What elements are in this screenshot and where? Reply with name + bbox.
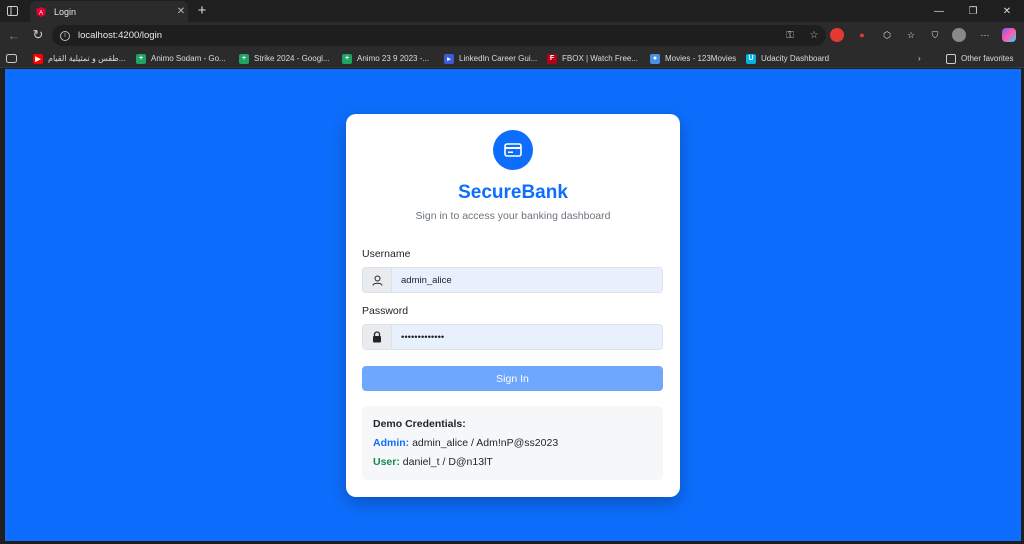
demo-credentials-box: Demo Credentials: Admin: admin_alice / A… bbox=[362, 406, 663, 480]
username-field bbox=[362, 267, 663, 293]
lock-icon bbox=[363, 325, 392, 349]
user-label: User: bbox=[373, 456, 400, 468]
bookmark-item[interactable]: + Animo 23 9 2023 -... bbox=[342, 52, 429, 65]
password-field bbox=[362, 324, 663, 350]
new-tab-button[interactable]: + bbox=[194, 2, 210, 19]
tab-title: Login bbox=[54, 6, 77, 17]
video-icon: ▸ bbox=[444, 53, 454, 64]
demo-user-row: User: daniel_t / D@n13lT bbox=[373, 456, 493, 468]
refresh-icon[interactable]: ↻ bbox=[30, 27, 46, 43]
password-input[interactable] bbox=[392, 325, 662, 349]
more-menu-icon[interactable]: ⋯ bbox=[978, 28, 992, 42]
key-icon[interactable]: ⚿ bbox=[778, 30, 802, 41]
movies-icon: ● bbox=[650, 53, 660, 64]
copilot-icon[interactable] bbox=[1002, 28, 1016, 42]
window-controls: — ❐ ✕ bbox=[922, 0, 1024, 22]
youtube-icon: ▶ bbox=[33, 53, 43, 64]
bookmark-item[interactable]: + Strike 2024 - Googl... bbox=[239, 52, 330, 65]
bookmark-label: طقس و تمثيلية القيام... bbox=[48, 54, 126, 63]
login-page: SecureBank Sign in to access your bankin… bbox=[4, 69, 1021, 541]
profile-avatar[interactable] bbox=[952, 28, 966, 42]
bookmark-label: FBOX | Watch Free... bbox=[562, 54, 639, 63]
bookmark-label: Animo 23 9 2023 -... bbox=[357, 54, 430, 63]
collections-icon[interactable]: ☆ bbox=[904, 28, 918, 42]
bookmarks-overflow-icon[interactable]: › bbox=[918, 52, 921, 65]
extension-puzzle-icon[interactable]: ⬡ bbox=[880, 28, 894, 42]
svg-text:A: A bbox=[39, 10, 43, 16]
bookmark-item[interactable]: + Animo Sodam - Go... bbox=[136, 52, 226, 65]
bookmark-label: Strike 2024 - Googl... bbox=[254, 54, 330, 63]
admin-label: Admin: bbox=[373, 437, 410, 449]
bookmark-label: Udacity Dashboard bbox=[761, 54, 830, 63]
sheets-icon: + bbox=[342, 53, 352, 64]
password-label: Password bbox=[362, 305, 409, 317]
bookmark-item[interactable]: ● Movies - 123Movies bbox=[650, 52, 736, 65]
other-favorites[interactable]: Other favorites bbox=[946, 52, 1013, 65]
bookmark-item[interactable]: ▶ طقس و تمثيلية القيام... bbox=[33, 52, 125, 65]
udacity-icon: U bbox=[746, 53, 756, 64]
browser-toolbar: ← ↻ i localhost:4200/login ⚿ ☆ ● ⬡ ☆ ⛉ ⋯ bbox=[0, 22, 1024, 49]
sheets-icon: + bbox=[239, 53, 249, 64]
back-icon[interactable]: ← bbox=[6, 27, 22, 43]
bookmark-label: Animo Sodam - Go... bbox=[151, 54, 226, 63]
username-input[interactable] bbox=[392, 268, 662, 292]
shield-icon[interactable]: ⛉ bbox=[928, 28, 942, 42]
minimize-icon[interactable]: — bbox=[922, 0, 956, 22]
username-label: Username bbox=[362, 248, 411, 260]
maximize-icon[interactable]: ❐ bbox=[956, 0, 990, 22]
bookmarks-menu-icon[interactable] bbox=[6, 52, 17, 65]
extension-lastpass-icon[interactable]: ● bbox=[855, 28, 869, 42]
tab-close-icon[interactable]: ✕ bbox=[174, 6, 188, 17]
browser-tab[interactable]: A Login ✕ bbox=[30, 1, 188, 22]
other-favorites-label: Other favorites bbox=[961, 54, 1014, 63]
bookmarks-bar: ▶ طقس و تمثيلية القيام... + Animo Sodam … bbox=[0, 49, 1024, 68]
user-icon bbox=[363, 268, 392, 292]
bookmark-item[interactable]: F FBOX | Watch Free... bbox=[547, 52, 638, 65]
bookmark-item[interactable]: ▸ LinkedIn Career Gui... bbox=[444, 52, 537, 65]
login-subtitle: Sign in to access your banking dashboard bbox=[415, 210, 611, 222]
angular-icon: A bbox=[36, 6, 46, 17]
fbox-icon: F bbox=[547, 53, 557, 64]
bookmark-label: LinkedIn Career Gui... bbox=[459, 54, 538, 63]
url-text[interactable]: localhost:4200/login bbox=[78, 30, 778, 41]
bookmark-label: Movies - 123Movies bbox=[665, 54, 737, 63]
sheets-icon: + bbox=[136, 53, 146, 64]
extension-red-icon[interactable] bbox=[830, 28, 844, 42]
demo-admin-row: Admin: admin_alice / Adm!nP@ss2023 bbox=[373, 437, 558, 449]
window-close-icon[interactable]: ✕ bbox=[990, 0, 1024, 22]
site-info-icon[interactable]: i bbox=[60, 30, 70, 41]
favorite-star-icon[interactable]: ☆ bbox=[802, 30, 826, 41]
address-bar[interactable]: i localhost:4200/login ⚿ ☆ bbox=[52, 25, 826, 46]
bookmark-item[interactable]: U Udacity Dashboard bbox=[746, 52, 829, 65]
demo-heading: Demo Credentials: bbox=[373, 418, 466, 430]
user-credentials: daniel_t / D@n13lT bbox=[402, 456, 493, 468]
sidebar-toggle-icon[interactable] bbox=[0, 0, 24, 22]
brand-title: SecureBank bbox=[458, 182, 568, 203]
login-card: SecureBank Sign in to access your bankin… bbox=[346, 114, 680, 497]
card-icon bbox=[493, 130, 533, 170]
sign-in-button[interactable]: Sign In bbox=[362, 366, 663, 391]
folder-icon bbox=[946, 53, 956, 64]
admin-credentials: admin_alice / Adm!nP@ss2023 bbox=[412, 437, 559, 449]
